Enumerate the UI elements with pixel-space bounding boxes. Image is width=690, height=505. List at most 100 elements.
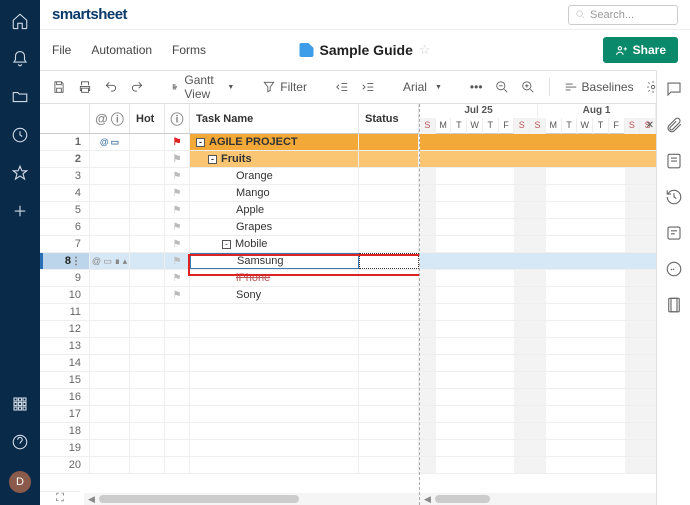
cell-task[interactable]: -Fruits <box>190 151 359 167</box>
flag-cell[interactable] <box>165 355 190 371</box>
cell-task[interactable]: Orange <box>190 168 359 184</box>
flag-cell[interactable] <box>165 338 190 354</box>
recent-icon[interactable] <box>11 126 29 144</box>
table-row[interactable]: 7⚑-Mobile <box>40 236 419 253</box>
cell-hot[interactable] <box>130 440 165 456</box>
cell-task[interactable] <box>190 440 359 456</box>
gantt-row[interactable] <box>420 270 656 287</box>
more-button[interactable]: ••• <box>466 76 487 98</box>
filter-button[interactable]: Filter <box>258 76 311 98</box>
row-number[interactable]: 3 <box>40 168 90 184</box>
row-number[interactable]: 7 <box>40 236 90 252</box>
cell-status[interactable] <box>359 423 419 439</box>
flag-cell[interactable]: ⚑ <box>165 185 190 201</box>
row-number[interactable]: 16 <box>40 389 90 405</box>
star-icon[interactable] <box>11 164 29 182</box>
cell-task[interactable] <box>190 304 359 320</box>
row-number[interactable]: 5 <box>40 202 90 218</box>
flag-cell[interactable] <box>165 304 190 320</box>
menu-file[interactable]: File <box>52 43 71 57</box>
gantt-row[interactable] <box>420 134 656 151</box>
undo-button[interactable] <box>100 76 122 98</box>
table-row[interactable]: 15 <box>40 372 419 389</box>
favorite-star-icon[interactable]: ☆ <box>419 42 431 58</box>
attachments-icon[interactable] <box>665 116 683 134</box>
row-number[interactable]: 9 <box>40 270 90 286</box>
gantt-row[interactable] <box>420 440 656 457</box>
cell-task[interactable]: iPhone <box>190 270 359 286</box>
history-icon[interactable] <box>665 188 683 206</box>
row-number[interactable]: 11 <box>40 304 90 320</box>
help-icon[interactable] <box>11 433 29 451</box>
cell-status[interactable] <box>359 440 419 456</box>
row-number[interactable]: 19 <box>40 440 90 456</box>
cell-status[interactable] <box>359 338 419 354</box>
indent-button[interactable] <box>357 76 379 98</box>
table-row[interactable]: 3⚑Orange <box>40 168 419 185</box>
fullscreen-icon[interactable]: ⛶ <box>40 491 80 505</box>
comments-icon[interactable] <box>665 80 683 98</box>
row-number[interactable]: 17 <box>40 406 90 422</box>
table-row[interactable]: 14 <box>40 355 419 372</box>
save-button[interactable] <box>48 76 70 98</box>
cell-hot[interactable] <box>130 253 165 269</box>
gantt-row[interactable] <box>420 389 656 406</box>
cell-status[interactable] <box>359 219 419 235</box>
row-icons[interactable] <box>90 270 130 286</box>
plus-icon[interactable] <box>11 202 29 220</box>
cell-task[interactable] <box>190 321 359 337</box>
cell-status[interactable] <box>359 236 419 252</box>
row-icons[interactable] <box>90 423 130 439</box>
gantt-row[interactable] <box>420 151 656 168</box>
gantt-row[interactable] <box>420 253 656 270</box>
gantt-row[interactable] <box>420 168 656 185</box>
cell-status[interactable] <box>359 304 419 320</box>
row-number[interactable]: 8 ⋮ <box>40 253 90 269</box>
cell-task[interactable]: Samsung <box>190 253 359 269</box>
row-number[interactable]: 18 <box>40 423 90 439</box>
flag-cell[interactable]: ⚑ <box>165 253 190 269</box>
cell-status[interactable] <box>359 389 419 405</box>
flag-cell[interactable] <box>165 406 190 422</box>
status-header[interactable]: Status <box>359 104 419 133</box>
cell-hot[interactable] <box>130 287 165 303</box>
cell-hot[interactable] <box>130 457 165 473</box>
row-icons[interactable]: @ ▭ <box>90 134 130 150</box>
table-row[interactable]: 16 <box>40 389 419 406</box>
row-icons[interactable] <box>90 389 130 405</box>
table-row[interactable]: 11 <box>40 304 419 321</box>
cell-hot[interactable] <box>130 219 165 235</box>
table-row[interactable]: 9⚑iPhone <box>40 270 419 287</box>
row-icons[interactable] <box>90 457 130 473</box>
row-icons[interactable] <box>90 338 130 354</box>
flag-cell[interactable]: ⚑ <box>165 202 190 218</box>
menu-forms[interactable]: Forms <box>172 43 206 57</box>
flag-cell[interactable]: ⚑ <box>165 151 190 167</box>
cell-status[interactable] <box>359 355 419 371</box>
folder-icon[interactable] <box>11 88 29 106</box>
table-row[interactable]: 6⚑Grapes <box>40 219 419 236</box>
cell-hot[interactable] <box>130 372 165 388</box>
gantt-row[interactable] <box>420 304 656 321</box>
table-row[interactable]: 10⚑Sony <box>40 287 419 304</box>
table-row[interactable]: 17 <box>40 406 419 423</box>
table-row[interactable]: 19 <box>40 440 419 457</box>
cell-task[interactable]: -Mobile <box>190 236 359 252</box>
zoom-out-button[interactable] <box>491 76 513 98</box>
row-number[interactable]: 10 <box>40 287 90 303</box>
cell-hot[interactable] <box>130 168 165 184</box>
gantt-row[interactable] <box>420 236 656 253</box>
h-scrollbar-right[interactable]: ◀ <box>420 493 656 505</box>
h-scrollbar-left[interactable]: ◀ <box>84 493 419 505</box>
gantt-close-icon[interactable]: ✕ <box>646 120 654 131</box>
cell-status[interactable] <box>359 168 419 184</box>
gantt-body[interactable] <box>420 134 656 474</box>
redo-button[interactable] <box>126 76 148 98</box>
flag-cell[interactable] <box>165 389 190 405</box>
attach-header[interactable]: @ ⓘ <box>90 104 130 133</box>
table-row[interactable]: 20 <box>40 457 419 474</box>
cell-status[interactable] <box>359 134 419 150</box>
gantt-row[interactable] <box>420 355 656 372</box>
cell-hot[interactable] <box>130 389 165 405</box>
flag-cell[interactable] <box>165 321 190 337</box>
